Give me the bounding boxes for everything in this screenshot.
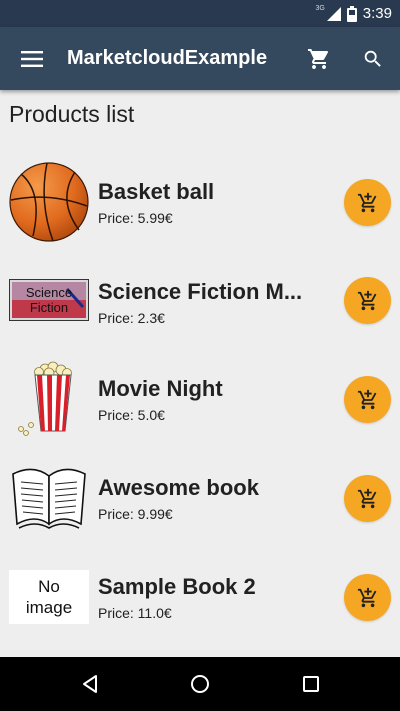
page-title: Products list <box>9 101 135 127</box>
system-nav-bar <box>0 657 400 711</box>
product-price: Price: 2.3€ <box>98 310 165 326</box>
hamburger-menu-icon <box>21 51 43 67</box>
product-price: Price: 11.0€ <box>98 605 172 621</box>
add-shopping-cart-icon <box>357 488 376 508</box>
product-price: Price: 5.0€ <box>98 407 165 423</box>
sci-fi-cover-text-2: Fiction <box>30 300 68 315</box>
product-price: Price: 9.99€ <box>98 506 173 522</box>
add-shopping-cart-icon <box>357 587 376 607</box>
product-name: Movie Night <box>98 376 223 401</box>
product-name: Basket ball <box>98 179 215 204</box>
shopping-cart-icon <box>308 49 329 69</box>
status-bar: 3G 3:39 <box>0 0 400 27</box>
product-name: Sample Book 2 <box>98 574 256 599</box>
product-item-science-fiction[interactable]: Science Fiction Science Fiction M... Pri… <box>0 256 400 346</box>
add-shopping-cart-icon <box>357 290 376 310</box>
menu-button[interactable] <box>12 39 52 79</box>
signal-icon <box>326 6 341 21</box>
science-fiction-image: Science Fiction <box>9 260 89 340</box>
network-type-label: 3G <box>315 5 325 12</box>
add-to-cart-button[interactable] <box>344 376 391 423</box>
popcorn-image <box>9 359 89 439</box>
product-item-awesome-book[interactable]: Awesome book Price: 9.99€ <box>0 454 400 544</box>
status-indicators: 3G 3:39 <box>315 0 392 27</box>
app-title: MarketcloudExample <box>67 47 268 69</box>
open-book-image <box>9 458 89 538</box>
search-button[interactable] <box>353 39 393 79</box>
product-item-basket-ball[interactable]: Basket ball Price: 5.99€ <box>0 158 400 248</box>
no-image-placeholder: No image <box>9 557 89 637</box>
add-to-cart-button[interactable] <box>344 179 391 226</box>
sci-fi-cover-text-1: Science <box>26 285 72 300</box>
product-price: Price: 5.99€ <box>98 210 173 226</box>
add-to-cart-button[interactable] <box>344 574 391 621</box>
nav-back-button[interactable] <box>70 664 110 704</box>
recents-square-icon <box>303 676 319 692</box>
product-item-movie-night[interactable]: Movie Night Price: 5.0€ <box>0 355 400 445</box>
app-bar: MarketcloudExample <box>0 27 400 90</box>
search-icon <box>364 50 381 67</box>
add-shopping-cart-icon <box>357 192 376 212</box>
home-circle-icon <box>191 675 209 693</box>
screen: 3G 3:39 MarketcloudExample Products list… <box>0 0 400 711</box>
back-triangle-icon <box>83 675 97 693</box>
cart-button[interactable] <box>299 39 339 79</box>
basketball-image <box>9 162 89 242</box>
add-shopping-cart-icon <box>357 389 376 409</box>
product-name: Awesome book <box>98 475 259 500</box>
nav-recents-button[interactable] <box>291 664 331 704</box>
product-name: Science Fiction M... <box>98 279 303 304</box>
nav-home-button[interactable] <box>180 664 220 704</box>
status-time: 3:39 <box>362 5 392 22</box>
product-item-sample-book-2[interactable]: No image Sample Book 2 Price: 11.0€ <box>0 553 400 643</box>
add-to-cart-button[interactable] <box>344 277 391 324</box>
battery-icon <box>346 5 357 22</box>
add-to-cart-button[interactable] <box>344 475 391 522</box>
no-image-label: No image <box>9 570 89 624</box>
